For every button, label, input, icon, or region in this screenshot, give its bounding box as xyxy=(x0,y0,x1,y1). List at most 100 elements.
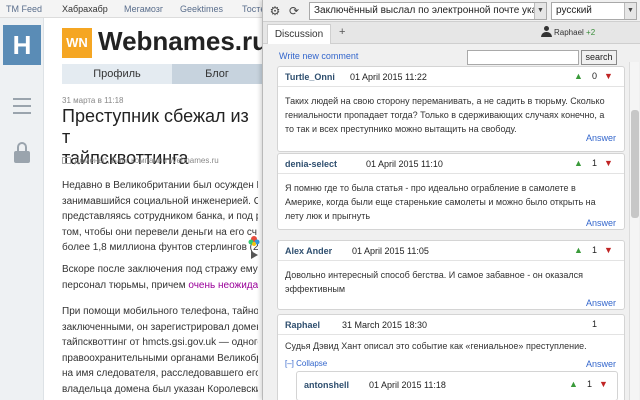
divider xyxy=(278,334,624,335)
search-button[interactable]: search xyxy=(581,50,617,65)
color-wheel-icon[interactable] xyxy=(248,236,260,246)
lock-icon[interactable] xyxy=(14,142,30,164)
answer-link[interactable]: Answer xyxy=(586,133,616,143)
tab-discussion[interactable]: Discussion xyxy=(267,24,331,44)
company-logo[interactable]: WN xyxy=(62,28,92,58)
left-rail: H xyxy=(0,18,44,400)
panel-tabs: Discussion + Raphael +2 xyxy=(263,22,640,44)
search-input[interactable] xyxy=(467,50,579,65)
text-line: заключенными, он зарегистрировал домен xyxy=(62,321,258,333)
language-select[interactable]: русский ▼ xyxy=(551,2,637,20)
article-paragraph: Вскоре после заключения под стражу ему у… xyxy=(62,262,258,293)
reply-card: antonshell 01 April 2015 11:18 ▲ 1 ▼ xyxy=(296,371,618,400)
text-line: правоохранительными органами Великобри xyxy=(62,352,258,364)
user-extra-count: +2 xyxy=(586,28,596,37)
comment-author[interactable]: antonshell xyxy=(304,380,349,390)
comment-card: Alex Ander 01 April 2015 11:05 ▲ 1 ▼ Дов… xyxy=(277,240,625,310)
article-date: 31 марта в 11:18 xyxy=(62,96,124,105)
text-line: более 1,8 миллиона фунтов стерлингов (2 xyxy=(62,242,258,253)
upvote-icon[interactable]: ▲ xyxy=(569,379,578,389)
username: Raphael xyxy=(554,28,584,37)
comment-body: Таких людей на свою сторону переманивать… xyxy=(285,96,605,134)
comment-score: 1 xyxy=(592,319,598,329)
article-title-line: Преступник сбежал из т xyxy=(62,106,249,147)
page-select[interactable]: Заключённый выслал по электронной почте … xyxy=(309,2,547,20)
text-line: персонал тюрьмы, причем очень неожидан xyxy=(62,278,258,294)
chevron-down-icon[interactable]: ▼ xyxy=(624,3,636,19)
nav-megamozg[interactable]: Мегамозг xyxy=(124,4,163,14)
nav-tm-feed[interactable]: TM Feed xyxy=(6,4,42,14)
answer-link[interactable]: Answer xyxy=(586,359,616,369)
refresh-icon[interactable]: ⟳ xyxy=(286,3,302,19)
comment-score: 0 xyxy=(592,71,598,81)
comment-date: 01 April 2015 11:10 xyxy=(366,159,443,169)
comment-body: Довольно интересный способ бегства. И са… xyxy=(285,270,583,294)
article-hubs: Домены*, Блог компании Webnames.ru xyxy=(62,156,219,165)
text-line: том, чтобы они перевели деньги на его сч xyxy=(62,226,257,238)
text-line: владельца домена был указан Королевский xyxy=(62,383,258,395)
text-line: Недавно в Великобритании был осужден Н xyxy=(62,180,258,191)
article-paragraph: Недавно в Великобритании был осужден Н з… xyxy=(62,178,258,256)
scrollbar-thumb[interactable] xyxy=(631,110,639,218)
downvote-icon[interactable]: ▼ xyxy=(599,379,608,389)
comment-author[interactable]: Raphael xyxy=(285,320,320,330)
settings-gear-icon[interactable]: ⚙ xyxy=(267,3,283,19)
text-line: Вскоре после заключения под стражу ему у xyxy=(62,264,258,275)
write-comment-link[interactable]: Write new comment xyxy=(279,51,358,61)
comment-date: 01 April 2015 11:05 xyxy=(352,246,429,256)
downvote-icon[interactable]: ▼ xyxy=(604,245,613,255)
comment-body: Судья Дэвид Хант описал это событие как … xyxy=(285,341,587,351)
chevron-down-icon[interactable]: ▼ xyxy=(534,3,546,19)
comment-date: 31 March 2015 18:30 xyxy=(342,320,428,330)
divider xyxy=(278,173,624,174)
nav-habrahabr[interactable]: Хабрахабр xyxy=(62,4,108,14)
comment-date: 01 April 2015 11:22 xyxy=(350,72,427,82)
menu-icon[interactable] xyxy=(13,98,31,119)
text-line: тайпсквоттинг от hmcts.gsi.gov.uk — одно… xyxy=(62,337,258,348)
hubs-icon xyxy=(62,157,71,164)
extension-side-toolbar xyxy=(247,234,261,264)
comment-author[interactable]: Turtle_Onni xyxy=(285,72,335,82)
article-link[interactable]: очень неожидан xyxy=(188,280,258,291)
downvote-icon[interactable]: ▼ xyxy=(604,158,613,168)
page-select-value: Заключённый выслал по электронной почте … xyxy=(314,5,547,16)
comment-author[interactable]: denia-select xyxy=(285,159,337,169)
comment-score: 1 xyxy=(587,379,593,389)
text-line: При помощи мобильного телефона, тайно п xyxy=(62,306,258,317)
hubs-text[interactable]: Домены*, Блог компании Webnames.ru xyxy=(74,156,219,165)
nav-geektimes[interactable]: Geektimes xyxy=(180,4,223,14)
play-icon[interactable] xyxy=(251,251,258,259)
comment-card: Raphael 31 March 2015 18:30 1 Судья Дэви… xyxy=(277,314,625,400)
language-value: русский xyxy=(556,5,592,16)
company-name[interactable]: Webnames.ru xyxy=(98,26,268,57)
comment-score: 1 xyxy=(592,158,598,168)
user-icon xyxy=(541,26,552,37)
article-paragraph: При помощи мобильного телефона, тайно п … xyxy=(62,304,258,397)
comment-card: Turtle_Onni 01 April 2015 11:22 ▲ 0 ▼ Та… xyxy=(277,66,625,152)
tab-profile[interactable]: Профиль xyxy=(62,64,172,84)
comment-date: 01 April 2015 11:18 xyxy=(369,380,446,390)
text-line: представляясь сотрудником банка, и под р xyxy=(62,211,258,222)
upvote-icon[interactable]: ▲ xyxy=(574,71,583,81)
collapse-link[interactable]: [–] Collapse xyxy=(285,359,327,368)
comment-score: 1 xyxy=(592,245,598,255)
company-tabs: Профиль Блог xyxy=(62,64,262,84)
habr-logo[interactable]: H xyxy=(3,25,41,65)
comment-author[interactable]: Alex Ander xyxy=(285,246,332,256)
downvote-icon[interactable]: ▼ xyxy=(604,71,613,81)
text-line: занимавшийся социальной инженерией. Он xyxy=(62,195,258,207)
comment-body: Я помню где то была статья - про идеальн… xyxy=(285,183,596,221)
panel-scrollbar[interactable] xyxy=(629,62,639,400)
upvote-icon[interactable]: ▲ xyxy=(574,158,583,168)
comment-card: denia-select 01 April 2015 11:10 ▲ 1 ▼ Я… xyxy=(277,153,625,230)
upvote-icon[interactable]: ▲ xyxy=(574,245,583,255)
divider xyxy=(278,260,624,261)
divider xyxy=(278,86,624,87)
tab-blog[interactable]: Блог xyxy=(172,64,262,84)
add-tab-button[interactable]: + xyxy=(339,26,345,38)
text-fragment: персонал тюрьмы, причем xyxy=(62,279,189,291)
user-info[interactable]: Raphael +2 xyxy=(541,26,595,37)
answer-link[interactable]: Answer xyxy=(586,218,616,228)
text-line: на имя следователя, расследовавшего его xyxy=(62,368,258,379)
answer-link[interactable]: Answer xyxy=(586,298,616,308)
